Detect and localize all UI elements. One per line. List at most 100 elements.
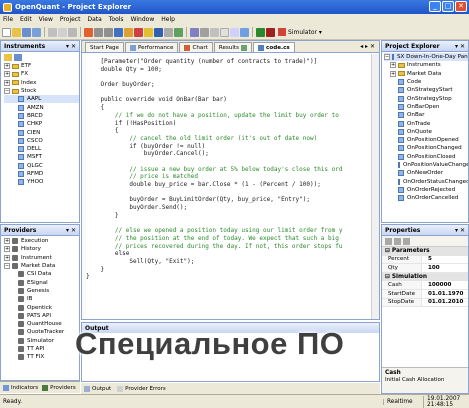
property-value[interactable]: 5 (422, 256, 432, 262)
tree-item-provider[interactable]: TT FIX (4, 353, 79, 361)
options-icon[interactable] (210, 27, 219, 37)
tree-folder[interactable]: + ETF (4, 62, 79, 70)
layout-icon[interactable] (230, 27, 239, 37)
tree-project-root[interactable]: −SX Down-In-One-Day Panic B (384, 53, 468, 62)
line-icon[interactable] (154, 27, 163, 37)
property-value[interactable]: 100 (422, 265, 440, 271)
tree-item-instrument[interactable]: YHOO (4, 178, 79, 186)
arrow-icon[interactable] (164, 27, 173, 37)
expand-icon[interactable]: + (4, 238, 10, 245)
vertical-scrollbar[interactable] (371, 54, 379, 319)
tab-output[interactable]: Output (84, 385, 111, 392)
tree-item-instrument[interactable]: MSFT (4, 153, 79, 161)
bar-icon[interactable] (144, 27, 153, 37)
tab-code-cs[interactable]: code.cs (253, 42, 295, 52)
monitor-icon[interactable] (240, 27, 249, 37)
expand-icon[interactable]: + (4, 254, 10, 261)
tab-nav-controls[interactable]: ◂ ▸ ✕ (360, 43, 375, 50)
tab-provider-errors[interactable]: Provider Errors (117, 385, 166, 392)
tree-provider-group[interactable]: + Instrument (4, 254, 79, 262)
menu-file[interactable]: File (3, 16, 13, 23)
expand-icon[interactable]: + (4, 79, 10, 86)
tree-event-handler[interactable]: OnStrategyStop (384, 94, 468, 102)
minimize-button[interactable]: _ (429, 1, 441, 12)
tab-indicators[interactable]: Indicators (3, 384, 38, 391)
zoom-in-icon[interactable] (94, 27, 103, 37)
tree-item-instrument[interactable]: BRCD (4, 112, 79, 120)
panel-controls[interactable]: ▾ ✕ (66, 227, 76, 234)
tab-chart[interactable]: Chart (179, 42, 213, 52)
tree-item-provider[interactable]: Genesis (4, 287, 79, 295)
collapse-icon[interactable]: − (4, 263, 10, 270)
tree-event-handler[interactable]: OnBarOpen (384, 103, 468, 111)
indicator-icon[interactable] (134, 27, 143, 37)
tree-event-handler[interactable]: OnPositionValueChanged (384, 161, 468, 169)
maximize-button[interactable]: □ (442, 1, 454, 12)
open-folder-icon[interactable] (12, 27, 21, 37)
disconnect-icon[interactable] (200, 27, 209, 37)
property-row[interactable]: Cash 100000 (382, 281, 468, 290)
tree-item-provider[interactable]: Simulator (4, 337, 79, 345)
tree-provider-group[interactable]: + History (4, 245, 79, 253)
tab-providers[interactable]: Providers (42, 384, 76, 391)
menu-data[interactable]: Data (87, 16, 101, 23)
expand-icon[interactable]: + (4, 246, 10, 253)
tree-provider-group[interactable]: + Execution (4, 237, 79, 245)
window-icon[interactable] (220, 27, 229, 37)
property-row[interactable]: Percent 5 (382, 255, 468, 265)
tree-item-provider[interactable]: PATS API (4, 312, 79, 320)
tree-folder[interactable]: − Stock (4, 87, 79, 95)
expand-icon[interactable]: + (390, 62, 396, 69)
property-row[interactable]: Qty 100 (382, 264, 468, 273)
panel-controls[interactable]: ▾ ✕ (455, 227, 465, 234)
categorized-icon[interactable] (385, 237, 392, 245)
add-icon[interactable] (84, 27, 93, 37)
menu-window[interactable]: Window (131, 16, 155, 23)
tree-item-instrument[interactable]: QLGC (4, 162, 79, 170)
property-value[interactable]: 01.01.2010 (422, 299, 463, 305)
property-category[interactable]: ⊟ Parameters (382, 247, 468, 256)
panel-controls[interactable]: ▾ ✕ (66, 43, 76, 50)
paste-icon[interactable] (68, 27, 77, 37)
tree-item-provider[interactable]: QuoteTracker (4, 328, 79, 336)
tab-results[interactable]: Results (213, 42, 253, 52)
menu-project[interactable]: Project (60, 16, 81, 23)
code-editor[interactable]: [Parameter("Order quantity (number of co… (82, 54, 379, 319)
tree-item-instrument[interactable]: CIEN (4, 128, 79, 136)
tree-item-instrument[interactable]: AMZN (4, 103, 79, 111)
copy-icon[interactable] (58, 27, 67, 37)
tree-item-provider[interactable]: Opentick (4, 303, 79, 311)
tree-item-provider[interactable]: TT API (4, 345, 79, 353)
tree-event-handler[interactable]: OnOrderRejected (384, 186, 468, 194)
new-icon[interactable] (2, 27, 11, 37)
tree-item-instrument[interactable]: CSCO (4, 137, 79, 145)
tree-project-item[interactable]: + Instruments (384, 61, 468, 69)
zoom-out-icon[interactable] (104, 27, 113, 37)
menu-tools[interactable]: Tools (109, 16, 124, 23)
expand-icon[interactable]: + (390, 70, 396, 77)
tree-event-handler[interactable]: OnTrade (384, 119, 468, 127)
tree-event-handler[interactable]: OnPositionClosed (384, 153, 468, 161)
stop-icon[interactable] (266, 27, 275, 37)
property-pages-icon[interactable] (403, 237, 410, 245)
tab-performance[interactable]: Performance (125, 42, 179, 52)
tree-event-handler[interactable]: OnBar (384, 111, 468, 119)
cut-icon[interactable] (48, 27, 57, 37)
tree-event-handler[interactable]: OnNewOrder (384, 169, 468, 177)
folder-icon[interactable] (4, 53, 12, 61)
expand-icon[interactable]: + (4, 71, 10, 78)
menu-help[interactable]: Help (161, 16, 175, 23)
chart-icon[interactable] (124, 27, 133, 37)
tree-event-handler[interactable]: OnQuote (384, 128, 468, 136)
tree-event-handler[interactable]: OnOrderStatusChanged (384, 177, 468, 185)
tree-item-provider[interactable]: CSI Data (4, 270, 79, 278)
tree-event-handler[interactable]: OnStrategyStart (384, 86, 468, 94)
refresh-icon[interactable] (174, 27, 183, 37)
tree-item-instrument[interactable]: DELL (4, 145, 79, 153)
tree-item-provider[interactable]: ESignal (4, 278, 79, 286)
tree-project-item[interactable]: + Market Data (384, 70, 468, 78)
menu-view[interactable]: View (39, 16, 53, 23)
menu-edit[interactable]: Edit (20, 16, 32, 23)
save-icon[interactable] (22, 27, 31, 37)
tree-item-instrument[interactable]: AAPL (4, 95, 79, 104)
